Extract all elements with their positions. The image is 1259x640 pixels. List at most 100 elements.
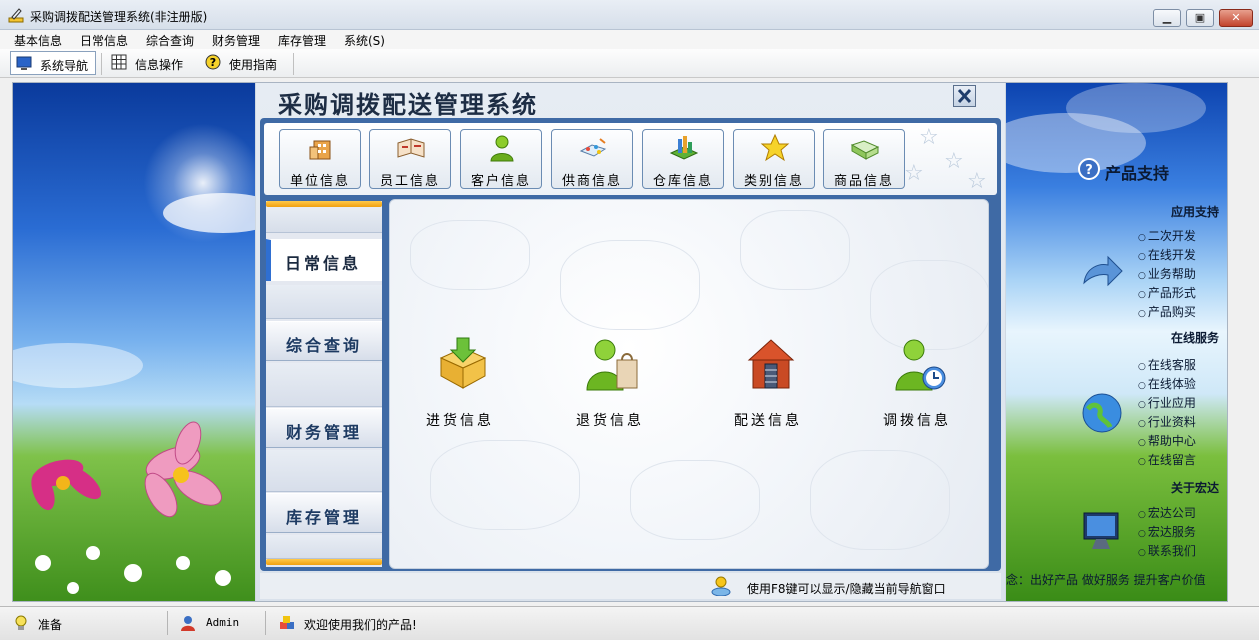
link-industry-application[interactable]: 行业应用 [1138, 394, 1196, 411]
link-secondary-dev[interactable]: 二次开发 [1138, 227, 1196, 244]
person-icon [490, 135, 514, 162]
building-icon [309, 140, 331, 160]
op-return-info[interactable]: 退货信息 [555, 336, 665, 436]
toolbar-separator [101, 53, 102, 75]
stone-texture [810, 450, 950, 550]
category-label: 单位信息 [289, 174, 350, 189]
maximize-button[interactable]: ▣ [1186, 9, 1214, 27]
tool-user-guide[interactable]: ? 使用指南 [200, 51, 290, 75]
category-unit-info[interactable]: 单位信息 [279, 129, 361, 189]
panel-title: 产品支持 [1105, 164, 1170, 183]
book-icon [850, 140, 880, 160]
section-title-about: 关于宏达 [1170, 481, 1219, 495]
category-product-info[interactable]: 商品信息 [823, 129, 905, 189]
tool-label: 使用指南 [229, 58, 278, 72]
hint-text: 使用F8键可以显示/隐藏当前导航窗口 [747, 582, 946, 596]
link-contact-us[interactable]: 联系我们 [1138, 542, 1196, 559]
category-employee-info[interactable]: 员工信息 [369, 129, 451, 189]
category-customer-info[interactable]: 客户信息 [460, 129, 542, 189]
link-online-support[interactable]: 在线客服 [1138, 356, 1196, 373]
category-label: 客户信息 [470, 174, 531, 189]
nav-bottom-bar [266, 559, 382, 565]
menu-system[interactable]: 系统(S) [344, 32, 385, 49]
status-welcome: 欢迎使用我们的产品! [268, 611, 868, 635]
link-industry-material[interactable]: 行业资料 [1138, 413, 1196, 430]
nav-blank [266, 450, 382, 492]
stone-texture [560, 240, 700, 330]
nav-label: 日常信息 [285, 254, 362, 273]
op-delivery-info[interactable]: 配送信息 [713, 336, 823, 436]
link-online-trial[interactable]: 在线体验 [1138, 375, 1196, 392]
minimize-button[interactable]: ▁ [1153, 9, 1181, 27]
link-online-message[interactable]: 在线留言 [1138, 451, 1196, 468]
cosmos-flowers-icon [31, 421, 231, 594]
nav-label: 财务管理 [285, 423, 362, 442]
cubes-icon [280, 616, 294, 629]
op-purchase-info[interactable]: 进货信息 [405, 336, 515, 436]
tool-info-operation[interactable]: 信息操作 [106, 51, 196, 75]
hint-bar: 使用F8键可以显示/隐藏当前导航窗口 [260, 573, 1001, 599]
section-title-online-service: 在线服务 [1170, 331, 1219, 345]
status-user: Admin [170, 611, 266, 635]
op-label: 进货信息 [426, 413, 494, 429]
category-label: 仓库信息 [652, 174, 713, 189]
dialog-title: 采购调拨配送管理系统 [278, 90, 538, 119]
menu-daily-info[interactable]: 日常信息 [80, 32, 128, 49]
stone-texture [740, 210, 850, 290]
nav-label: 综合查询 [285, 336, 362, 355]
notebook-icon [397, 138, 425, 158]
help-icon: ? [205, 54, 221, 70]
category-warehouse-info[interactable]: 仓库信息 [642, 129, 724, 189]
nav-blank [266, 207, 382, 233]
side-navigation: 日常信息 综合查询 财务管理 库存管理 [266, 201, 382, 567]
close-button[interactable]: ✕ [1219, 9, 1253, 27]
nav-inventory[interactable]: 库存管理 [266, 493, 382, 533]
right-support-panel: ? 产品支持 应用支持 二次开发 在线开发 业务帮助 产品形式 产品购买 在线服… [1006, 83, 1227, 601]
maximize-icon: ▣ [1194, 11, 1206, 24]
link-business-help[interactable]: 业务帮助 [1138, 265, 1196, 282]
link-company[interactable]: 宏达公司 [1138, 504, 1196, 521]
status-user-text: Admin [206, 616, 240, 629]
stone-texture [630, 460, 760, 540]
star-decoration: ☆ [944, 149, 964, 174]
link-company-service[interactable]: 宏达服务 [1138, 523, 1196, 540]
toolbar-separator [293, 53, 294, 75]
menu-inventory[interactable]: 库存管理 [278, 32, 326, 49]
left-scenery-image [13, 83, 255, 601]
category-type-info[interactable]: 类别信息 [733, 129, 815, 189]
cloud [13, 343, 143, 388]
close-icon: ✕ [1231, 11, 1241, 24]
link-help-center[interactable]: 帮助中心 [1138, 432, 1196, 449]
status-bar: 准备 Admin 欢迎使用我们的产品! [0, 606, 1259, 640]
title-bar: 采购调拨配送管理系统(非注册版) ▁ ▣ ✕ [0, 0, 1259, 30]
category-label: 员工信息 [379, 174, 440, 189]
close-icon [957, 88, 972, 104]
link-online-dev[interactable]: 在线开发 [1138, 246, 1196, 263]
menu-query[interactable]: 综合查询 [146, 32, 194, 49]
slogan-text: 念：出好产品 做好服务 提升客户价值 [1006, 573, 1206, 587]
op-transfer-info[interactable]: 调拨信息 [862, 336, 972, 436]
tool-system-navigation[interactable]: 系统导航 [10, 51, 96, 75]
dialog-close-button[interactable] [953, 85, 976, 107]
nav-comprehensive-query[interactable]: 综合查询 [266, 321, 382, 361]
window-title: 采购调拨配送管理系统(非注册版) [30, 10, 208, 24]
category-label: 类别信息 [743, 174, 804, 189]
menu-finance[interactable]: 财务管理 [212, 32, 260, 49]
menu-bar: 基本信息 日常信息 综合查询 财务管理 库存管理 系统(S) [0, 30, 1259, 49]
computer-monitor-icon [1083, 512, 1119, 549]
op-label: 调拨信息 [883, 413, 951, 429]
svg-text:?: ? [1085, 163, 1093, 178]
op-label: 配送信息 [734, 413, 802, 429]
nav-finance[interactable]: 财务管理 [266, 408, 382, 448]
link-product-purchase[interactable]: 产品购买 [1138, 303, 1196, 320]
stone-texture [410, 220, 530, 290]
category-supplier-info[interactable]: 供商信息 [551, 129, 633, 189]
link-product-form[interactable]: 产品形式 [1138, 284, 1196, 301]
menu-basic-info[interactable]: 基本信息 [14, 32, 62, 49]
star-icon [760, 133, 790, 162]
nav-blank [266, 285, 382, 319]
status-welcome-text: 欢迎使用我们的产品! [304, 618, 417, 632]
nav-daily-info[interactable]: 日常信息 [266, 239, 382, 281]
help-icon: ? [1078, 158, 1100, 180]
stone-texture [430, 440, 580, 530]
